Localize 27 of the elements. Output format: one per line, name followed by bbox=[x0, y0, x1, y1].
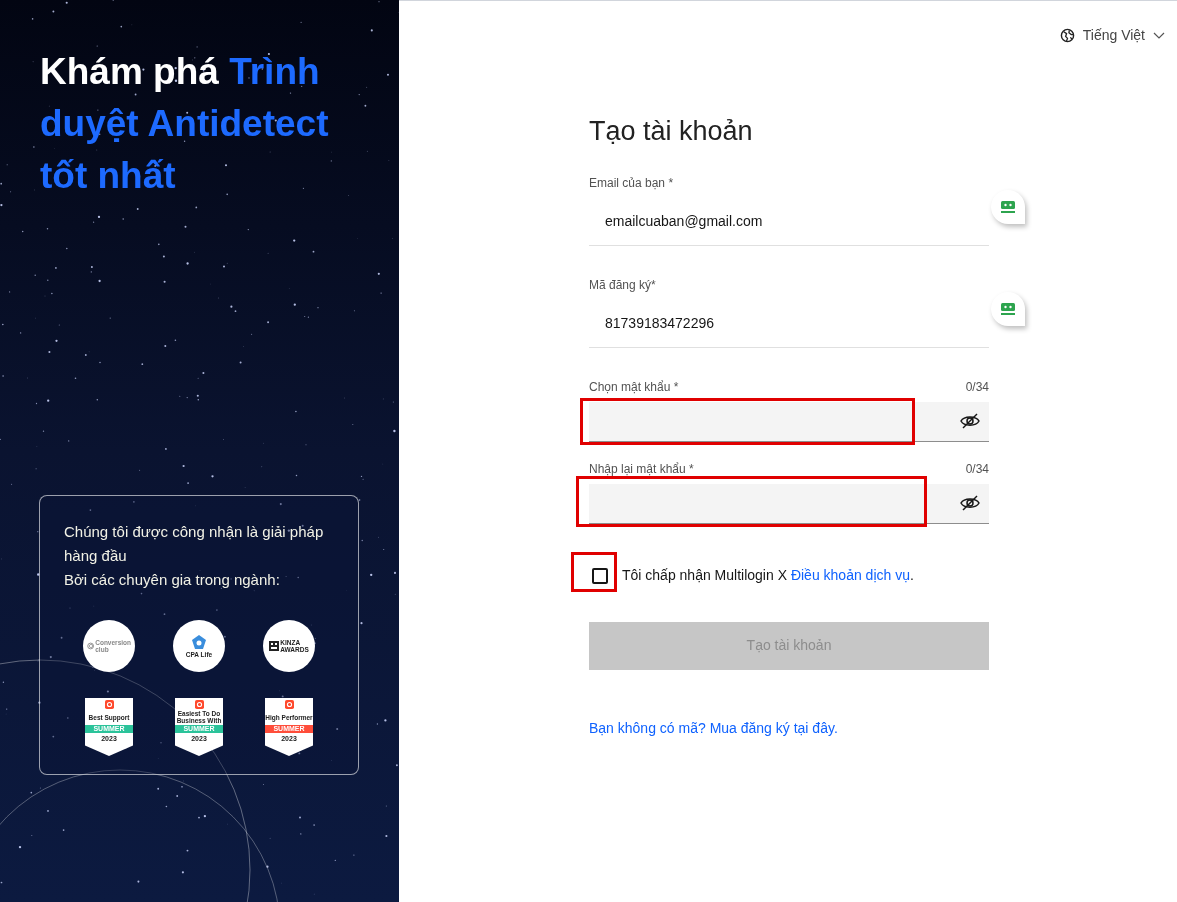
autofill-button[interactable] bbox=[991, 291, 1025, 326]
form-title: Tạo tài khoản bbox=[589, 115, 754, 148]
character-counter: 0/34 bbox=[965, 378, 989, 396]
character-counter: 0/34 bbox=[965, 460, 989, 478]
eye-slash-icon[interactable] bbox=[960, 495, 980, 511]
chevron-down-icon bbox=[1153, 31, 1165, 40]
eye-slash-icon[interactable] bbox=[960, 413, 980, 429]
field-label: Nhập lại mật khẩu * bbox=[589, 460, 694, 478]
buy-subscription-link[interactable]: Bạn không có mã? Mua đăng ký tại đây. bbox=[589, 717, 989, 739]
terms-link[interactable]: Điều khoản dịch vụ bbox=[790, 567, 910, 583]
pentagon-icon bbox=[191, 634, 207, 650]
field-label: Email của bạn * bbox=[589, 174, 674, 192]
language-selector[interactable]: Tiếng Việt bbox=[1059, 25, 1165, 46]
password-field[interactable] bbox=[589, 401, 989, 442]
terms-text: Tôi chấp nhận Multilogin X Điều khoản dịch vụ. bbox=[622, 566, 914, 585]
robot-face-icon bbox=[1000, 301, 1016, 316]
field-label: Chọn mật khẩu * bbox=[589, 378, 679, 396]
checkbox[interactable] bbox=[592, 567, 608, 584]
grid-icon bbox=[269, 641, 280, 651]
robot-face-icon bbox=[1000, 199, 1016, 214]
password-field[interactable] bbox=[589, 483, 989, 524]
recognition-text: Chúng tôi được công nhận là giải pháp hàng đầu bbox=[64, 522, 325, 566]
recognition-text: Bởi các chuyên gia trong ngành: bbox=[64, 570, 281, 590]
autofill-button[interactable] bbox=[991, 189, 1025, 224]
globe-icon bbox=[1059, 28, 1075, 43]
field-label: Mã đăng ký* bbox=[589, 276, 656, 294]
hero-heading: Khám phá Trình duyệt Antidetect tốt nhất bbox=[40, 50, 330, 198]
